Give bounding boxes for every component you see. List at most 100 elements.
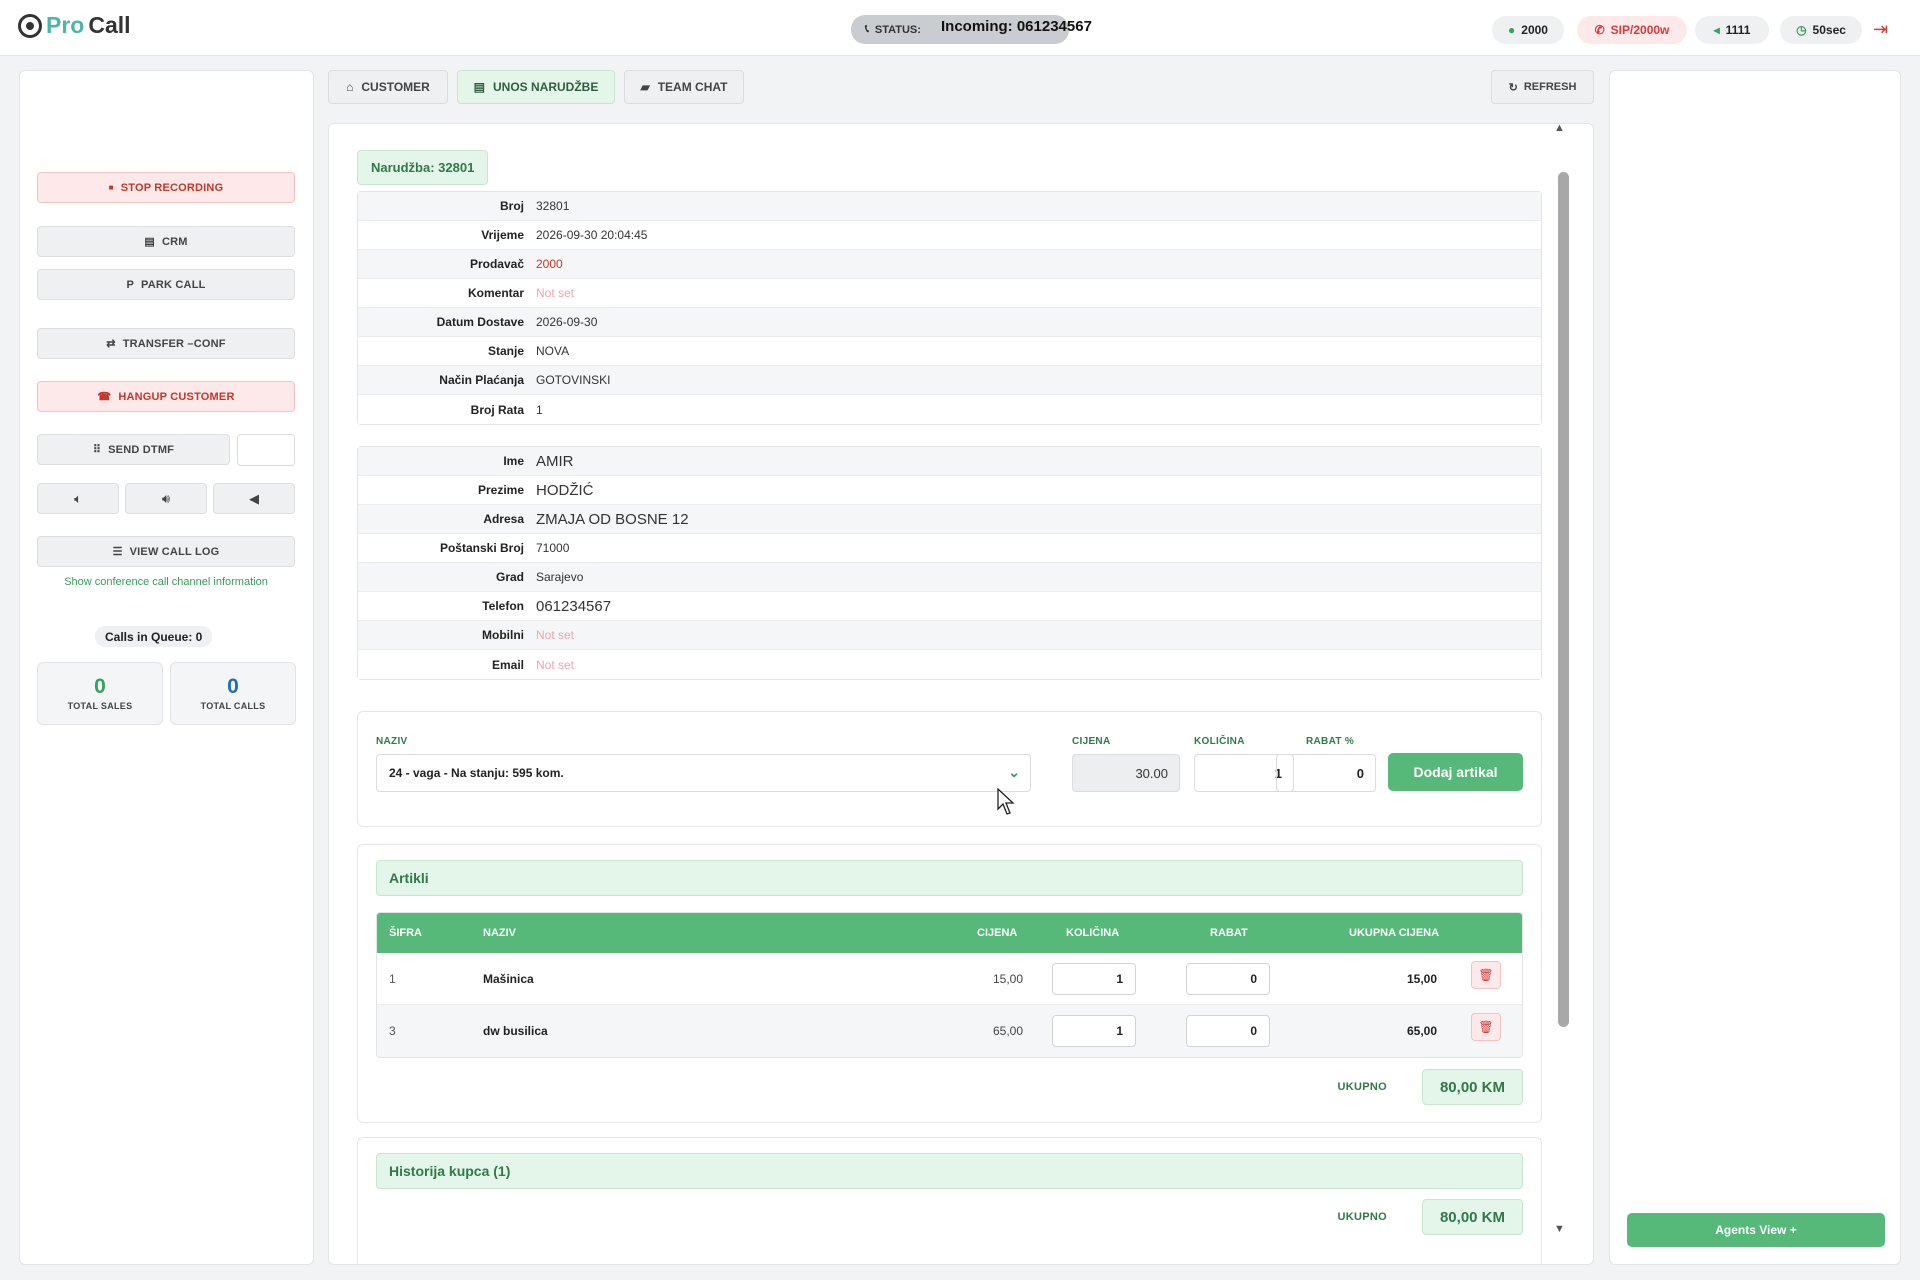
document-icon: ▤	[473, 80, 485, 94]
tab-customer[interactable]: ⌂ CUSTOMER	[328, 70, 448, 104]
rabat-field[interactable]: 0	[1276, 754, 1376, 792]
agent-badge: ● 2000	[1492, 16, 1564, 44]
total-sales-value: 0	[94, 675, 106, 698]
conference-info-link[interactable]: Show conference call channel information	[37, 576, 295, 588]
timer-value: 50sec	[1812, 23, 1846, 37]
scroll-down-arrow[interactable]: ▼	[1554, 1223, 1565, 1235]
customer-history-card: Historija kupca (1) UKUPNO 80,00 KM	[357, 1137, 1542, 1264]
volume-low-icon: 🔈︎	[74, 490, 82, 506]
order-entry-panel: Narudžba: 32801 Broj 32801 Vrijeme 2026-09…	[328, 123, 1594, 1265]
stop-recording-button[interactable]: ■ STOP RECORDING	[37, 172, 295, 203]
agent-number: 2000	[1521, 23, 1548, 37]
stop-icon: ■	[108, 183, 114, 192]
total-label: UKUPNO	[1337, 1081, 1387, 1093]
tab-unos-narudzbe[interactable]: ▤ UNOS NARUDŽBE	[457, 70, 615, 104]
status-value: Incoming: 061234567	[941, 18, 1092, 35]
phone-icon: ✆	[1594, 23, 1605, 37]
send-dtmf-button[interactable]: ⠿ SEND DTMF	[37, 434, 230, 465]
product-select[interactable]: 24 - vaga - Na stanju: 595 kom. ⌄	[376, 754, 1031, 792]
order-row-broj: Broj 32801	[358, 192, 1541, 221]
megaphone-icon: ◂	[1713, 23, 1720, 37]
order-row-nacin-placanja: Način Plaćanja GOTOVINSKI	[358, 366, 1541, 395]
volume-up-button[interactable]: 🔊︎	[125, 483, 207, 514]
order-row-prodavac: Prodavač 2000	[358, 250, 1541, 279]
hangup-customer-button[interactable]: ☎ HANGUP CUSTOMER	[37, 381, 295, 412]
order-details-table: Broj 32801 Vrijeme 2026-09-30 20:04:45 Pro…	[357, 191, 1542, 425]
agents-panel: Agents View +	[1609, 70, 1901, 1265]
add-item-form: NAZIV CIJENA KOLIČINA RABAT % 24 - vaga …	[357, 711, 1542, 827]
speaker-icon: ◀	[249, 490, 259, 506]
procall-logo: Pro Call	[18, 12, 131, 39]
call-status: 📞︎ STATUS: Incoming: 061234567	[851, 15, 1092, 44]
mouse-cursor-icon	[997, 788, 1015, 815]
total-value: 80,00 KM	[1422, 1199, 1523, 1235]
order-row-komentar: Komentar Not set	[358, 279, 1541, 308]
dtmf-input[interactable]	[237, 434, 295, 466]
tab-team-chat[interactable]: ▰ TEAM CHAT	[624, 70, 744, 104]
total-calls-value: 0	[227, 675, 239, 698]
order-number-badge: Narudžba: 32801	[357, 150, 489, 185]
refresh-icon: ↻	[1508, 81, 1518, 94]
home-icon: ⌂	[346, 80, 354, 94]
order-row-vrijeme: Vrijeme 2026-09-30 20:04:45	[358, 221, 1541, 250]
crm-button[interactable]: ▤ CRM	[37, 226, 295, 257]
park-call-button[interactable]: P PARK CALL	[37, 269, 295, 300]
total-calls-card: 0 TOTAL CALLS	[170, 662, 296, 725]
order-row-broj-rata: Broj Rata 1	[358, 395, 1541, 424]
articles-total: UKUPNO 80,00 KM	[376, 1069, 1523, 1105]
hangup-icon: ☎	[97, 391, 112, 403]
calls-in-queue: Calls in Queue: 0	[95, 626, 213, 647]
timer-badge: ◷ 50sec	[1780, 16, 1862, 44]
queue-number: 1111	[1725, 23, 1751, 37]
total-value: 80,00 KM	[1422, 1069, 1523, 1105]
volume-down-button[interactable]: 🔈︎	[37, 483, 119, 514]
order-row-stanje: Stanje NOVA	[358, 337, 1541, 366]
row-rabat-input[interactable]: 0	[1186, 1015, 1270, 1047]
naziv-label: NAZIV	[376, 736, 408, 747]
articles-table-header: ŠIFRA NAZIV CIJENA KOLIČINA RABAT UKUPNA…	[377, 913, 1522, 953]
customer-row-prezime: Prezime HODŽIĆ	[358, 476, 1541, 505]
logo-text-call: Call	[88, 12, 131, 38]
total-label: UKUPNO	[1337, 1211, 1387, 1223]
customer-row-grad: Grad Sarajevo	[358, 563, 1541, 592]
selected-product: 24 - vaga - Na stanju: 595 kom.	[389, 766, 564, 780]
row-quantity-input[interactable]: 1	[1052, 963, 1136, 995]
articles-header: Artikli	[376, 860, 1523, 896]
cijena-field: 30.00	[1072, 754, 1180, 792]
trash-icon[interactable]: 🗑︎	[1471, 1013, 1501, 1041]
scrollbar-thumb[interactable]	[1558, 172, 1569, 1027]
queue-badge: ◂ 1111	[1695, 16, 1769, 44]
sip-badge: ✆ SIP/2000w	[1577, 16, 1687, 44]
customer-row-ime: Ime AMIR	[358, 447, 1541, 476]
row-quantity-input[interactable]: 1	[1052, 1015, 1136, 1047]
history-total: UKUPNO 80,00 KM	[376, 1199, 1523, 1235]
logout-icon[interactable]: ⇥	[1873, 19, 1888, 40]
logo-icon	[18, 13, 42, 38]
volume-high-icon: 🔊︎	[161, 490, 171, 506]
transfer-conf-button[interactable]: ⇄ TRANSFER –CONF	[37, 328, 295, 359]
customer-row-telefon: Telefon 061234567	[358, 592, 1541, 621]
status-label: STATUS:	[874, 23, 921, 36]
refresh-button[interactable]: ↻ REFRESH	[1491, 70, 1594, 104]
scroll-up-arrow[interactable]: ▲	[1554, 124, 1565, 134]
add-item-button[interactable]: Dodaj artikal	[1388, 753, 1523, 791]
cijena-label: CIJENA	[1072, 736, 1111, 747]
customer-row-mobilni: Mobilni Not set	[358, 621, 1541, 650]
trash-icon[interactable]: 🗑︎	[1471, 961, 1501, 989]
chevron-down-icon: ⌄	[1008, 764, 1020, 780]
row-rabat-input[interactable]: 0	[1186, 963, 1270, 995]
history-header[interactable]: Historija kupca (1)	[376, 1153, 1523, 1189]
phone-icon: 📞︎	[865, 23, 869, 35]
customer-row-postanski-broj: Poštanski Broj 71000	[358, 534, 1541, 563]
user-icon: ●	[1508, 23, 1516, 37]
mute-button[interactable]: ◀	[213, 483, 295, 514]
total-sales-label: TOTAL SALES	[67, 701, 133, 711]
chat-icon: ▰	[640, 80, 650, 94]
view-call-log-button[interactable]: ☰ VIEW CALL LOG	[37, 536, 295, 567]
customer-details-table: Ime AMIR Prezime HODŽIĆ Adresa ZMAJA OD BOS…	[357, 446, 1542, 680]
call-control-panel: ■ STOP RECORDING ▤ CRM P PARK CALL ⇄ TRANSFE…	[19, 70, 314, 1265]
agents-view-button[interactable]: Agents View +	[1627, 1213, 1885, 1247]
total-calls-label: TOTAL CALLS	[200, 701, 266, 711]
document-icon: ▤	[144, 236, 155, 248]
articles-table: ŠIFRA NAZIV CIJENA KOLIČINA RABAT UKUPNA…	[376, 912, 1523, 1058]
